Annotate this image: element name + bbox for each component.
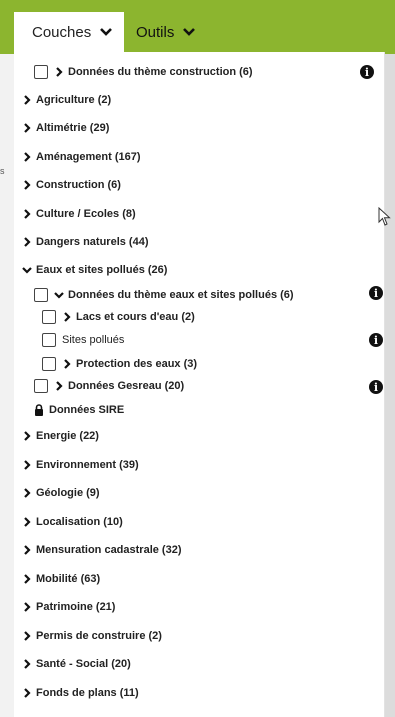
tab-couches[interactable]: Couches	[14, 12, 124, 52]
category-geologie[interactable]: Géologie (9)	[22, 484, 100, 502]
top-toolbar: Couches Outils	[0, 0, 395, 54]
layer-label: Données SIRE	[49, 404, 125, 416]
chevron-right-icon	[24, 517, 31, 527]
chevron-right-icon	[24, 460, 31, 470]
category-construction[interactable]: Construction (6)	[22, 176, 121, 194]
layer-theme-construction[interactable]: Données du thème construction (6)	[34, 63, 253, 81]
chevron-right-icon	[24, 659, 31, 669]
info-icon[interactable]: i	[369, 333, 383, 347]
chevron-right-icon	[24, 431, 31, 441]
layer-checkbox[interactable]	[34, 65, 48, 79]
chevron-right-icon	[24, 180, 31, 190]
category-localisation[interactable]: Localisation (10)	[22, 513, 123, 531]
category-agriculture[interactable]: Agriculture (2)	[22, 91, 111, 109]
category-amenagement[interactable]: Aménagement (167)	[22, 148, 141, 166]
category-mobilite[interactable]: Mobilité (63)	[22, 570, 100, 588]
lock-icon	[35, 404, 43, 416]
category-fonds[interactable]: Fonds de plans (11)	[22, 684, 139, 702]
tab-outils-label: Outils	[136, 23, 175, 41]
layers-panel: Données du thème construction (6) i Agri…	[14, 52, 385, 717]
chevron-right-icon	[24, 574, 31, 584]
chevron-right-icon	[24, 545, 31, 555]
info-icon[interactable]: i	[360, 65, 374, 79]
category-label: Mensuration cadastrale (32)	[36, 544, 182, 556]
category-label: Aménagement (167)	[36, 151, 141, 163]
chevron-down-icon	[54, 292, 64, 299]
info-icon[interactable]: i	[369, 286, 383, 300]
layer-gesreau[interactable]: Données Gesreau (20)	[34, 377, 184, 395]
layer-checkbox[interactable]	[42, 357, 56, 371]
layer-checkbox[interactable]	[34, 288, 48, 302]
category-sante[interactable]: Santé - Social (20)	[22, 655, 131, 673]
category-label: Culture / Ecoles (8)	[36, 208, 136, 220]
layer-sire: Données SIRE	[34, 401, 124, 419]
category-label: Construction (6)	[36, 179, 121, 191]
category-eaux[interactable]: Eaux et sites pollués (26)	[22, 261, 167, 279]
category-label: Patrimoine (21)	[36, 601, 116, 613]
tab-outils[interactable]: Outils	[124, 12, 234, 52]
layer-label: Données Gesreau (20)	[68, 380, 185, 392]
category-label: Environnement (39)	[36, 459, 139, 471]
chevron-down-icon	[183, 28, 196, 36]
category-label: Agriculture (2)	[36, 94, 112, 106]
layer-checkbox[interactable]	[42, 310, 56, 324]
layer-label: Données du thème construction (6)	[68, 66, 253, 78]
category-label: Altimétrie (29)	[36, 122, 110, 134]
chevron-right-icon	[56, 67, 63, 77]
info-icon[interactable]: i	[369, 380, 383, 394]
chevron-right-icon	[24, 602, 31, 612]
category-permis[interactable]: Permis de construire (2)	[22, 627, 162, 645]
layer-theme-eaux[interactable]: Données du thème eaux et sites pollués (…	[34, 286, 294, 304]
chevron-right-icon	[24, 123, 31, 133]
chevron-right-icon	[64, 359, 71, 369]
category-label: Eaux et sites pollués (26)	[36, 264, 168, 276]
layer-lacs[interactable]: Lacs et cours d'eau (2)	[42, 308, 195, 326]
chevron-right-icon	[24, 237, 31, 247]
tab-couches-label: Couches	[32, 23, 92, 41]
map-background	[385, 0, 395, 717]
category-label: Localisation (10)	[36, 516, 123, 528]
category-label: Energie (22)	[36, 430, 99, 442]
chevron-right-icon	[24, 152, 31, 162]
layer-sites-pollues[interactable]: Sites pollués	[42, 331, 124, 349]
chevron-right-icon	[56, 381, 63, 391]
chevron-right-icon	[24, 631, 31, 641]
category-label: Mobilité (63)	[36, 573, 101, 585]
category-environnement[interactable]: Environnement (39)	[22, 456, 139, 474]
layer-protection[interactable]: Protection des eaux (3)	[42, 355, 197, 373]
category-label: Santé - Social (20)	[36, 658, 131, 670]
layer-checkbox[interactable]	[42, 333, 56, 347]
chevron-down-icon	[100, 28, 113, 36]
chevron-right-icon	[24, 488, 31, 498]
category-label: Géologie (9)	[36, 487, 100, 499]
stray-mark: s	[0, 166, 5, 176]
layer-label: Sites pollués	[62, 334, 125, 346]
chevron-right-icon	[24, 95, 31, 105]
category-energie[interactable]: Energie (22)	[22, 427, 99, 445]
category-label: Fonds de plans (11)	[36, 687, 139, 699]
category-culture[interactable]: Culture / Ecoles (8)	[22, 205, 136, 223]
layer-label: Protection des eaux (3)	[76, 358, 198, 370]
chevron-right-icon	[24, 688, 31, 698]
chevron-right-icon	[64, 312, 71, 322]
category-dangers[interactable]: Dangers naturels (44)	[22, 233, 148, 251]
category-altimetrie[interactable]: Altimétrie (29)	[22, 119, 109, 137]
chevron-right-icon	[24, 209, 31, 219]
chevron-down-icon	[22, 267, 32, 274]
category-mensuration[interactable]: Mensuration cadastrale (32)	[22, 541, 182, 559]
category-label: Permis de construire (2)	[36, 630, 162, 642]
category-patrimoine[interactable]: Patrimoine (21)	[22, 598, 115, 616]
layer-checkbox[interactable]	[34, 379, 48, 393]
layer-label: Lacs et cours d'eau (2)	[76, 311, 195, 323]
mouse-cursor-icon	[378, 207, 391, 226]
category-label: Dangers naturels (44)	[36, 236, 149, 248]
layer-label: Données du thème eaux et sites pollués (…	[68, 289, 294, 301]
